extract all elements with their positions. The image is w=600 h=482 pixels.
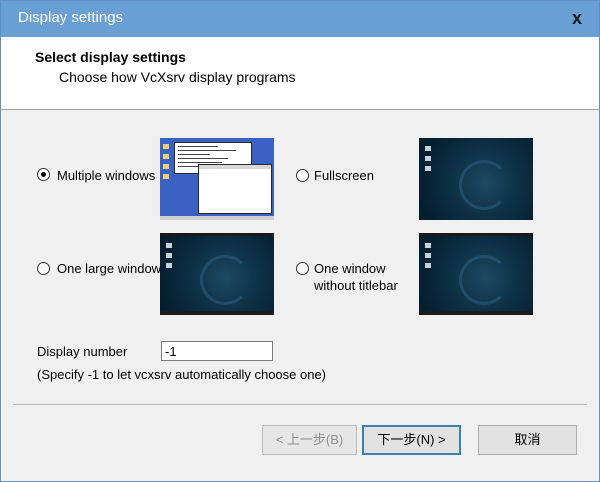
one-large-window-radio[interactable] — [37, 262, 50, 275]
one-large-window-label[interactable]: One large window — [57, 260, 161, 277]
display-number-input[interactable]: -1 — [161, 341, 273, 361]
multiple-windows-preview — [160, 138, 274, 220]
multiple-windows-label[interactable]: Multiple windows — [57, 167, 155, 184]
page-subtitle: Choose how VcXsrv display programs — [59, 69, 296, 85]
radio-dot-icon — [41, 172, 46, 177]
option-label-line2: without titlebar — [314, 278, 398, 293]
option-label-line1: One window — [314, 261, 386, 276]
fullscreen-radio[interactable] — [296, 169, 309, 182]
display-number-hint: (Specify -1 to let vcxsrv automatically … — [37, 367, 327, 382]
fullscreen-label[interactable]: Fullscreen — [314, 167, 374, 184]
one-window-no-titlebar-preview — [419, 233, 533, 315]
next-button[interactable]: 下一步(N) > — [362, 425, 461, 455]
one-window-no-titlebar-radio[interactable] — [296, 262, 309, 275]
display-number-label: Display number — [37, 344, 128, 359]
wizard-header: Select display settings Choose how VcXsr… — [1, 37, 599, 110]
page-title: Select display settings — [35, 49, 186, 65]
fullscreen-preview — [419, 138, 533, 220]
cancel-button[interactable]: 取消 — [478, 425, 577, 455]
display-settings-dialog: Display settings x Select display settin… — [0, 0, 600, 482]
one-large-window-preview — [160, 233, 274, 315]
footer-divider — [13, 404, 587, 405]
window-title: Display settings — [18, 9, 124, 26]
close-icon[interactable]: x — [555, 1, 599, 37]
title-bar: Display settings x — [1, 1, 599, 37]
one-window-no-titlebar-label[interactable]: One window without titlebar — [314, 260, 398, 294]
app-window — [198, 164, 272, 214]
back-button[interactable]: < 上一步(B) — [262, 425, 357, 455]
multiple-windows-radio[interactable] — [37, 168, 50, 181]
